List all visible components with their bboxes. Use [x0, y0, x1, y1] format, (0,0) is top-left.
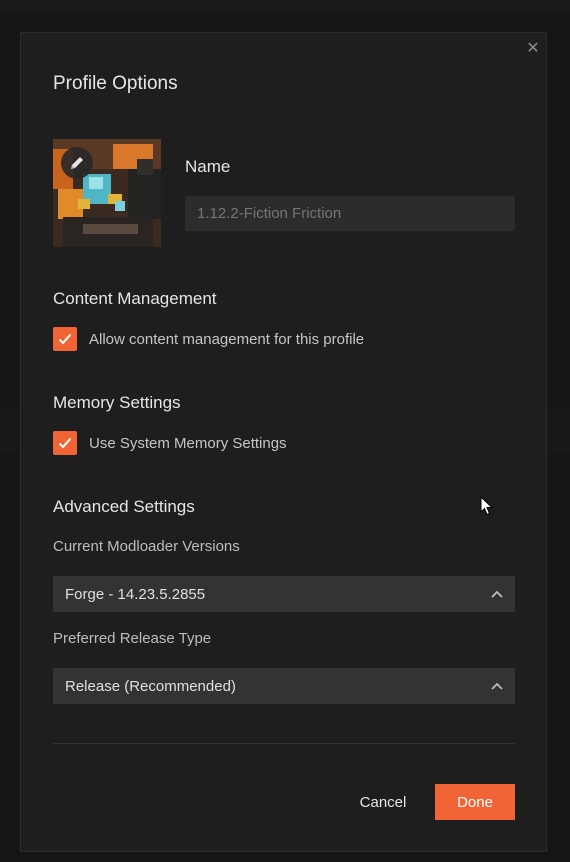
profile-name-input[interactable] — [185, 196, 515, 231]
cancel-button[interactable]: Cancel — [347, 784, 419, 820]
memory-settings-heading: Memory Settings — [53, 393, 181, 412]
profile-avatar[interactable] — [53, 139, 161, 247]
mouse-cursor-icon — [480, 495, 494, 521]
name-label: Name — [185, 157, 231, 176]
content-management-checkbox-row[interactable]: Allow content management for this profil… — [53, 327, 364, 351]
memory-settings-checkbox[interactable] — [53, 431, 77, 455]
edit-pencil-icon[interactable] — [61, 147, 93, 179]
backdrop-band — [0, 0, 570, 12]
memory-settings-checkbox-row[interactable]: Use System Memory Settings — [53, 431, 287, 455]
dialog-title: Profile Options — [53, 73, 178, 94]
close-icon[interactable]: ✕ — [525, 41, 541, 57]
checkmark-icon — [58, 437, 72, 449]
advanced-settings-heading: Advanced Settings — [53, 497, 195, 516]
modloader-label: Current Modloader Versions — [53, 538, 240, 555]
content-management-label: Allow content management for this profil… — [89, 330, 365, 348]
release-type-label: Preferred Release Type — [53, 630, 212, 647]
release-type-value: Release (Recommended) — [65, 677, 236, 695]
chevron-up-icon — [491, 682, 503, 690]
release-type-select[interactable]: Release (Recommended) — [53, 668, 515, 704]
content-management-checkbox[interactable] — [53, 327, 77, 351]
modloader-value: Forge - 14.23.5.2855 — [65, 585, 206, 603]
checkmark-icon — [58, 333, 72, 345]
chevron-up-icon — [491, 590, 503, 598]
modloader-select[interactable]: Forge - 14.23.5.2855 — [53, 576, 515, 612]
done-button[interactable]: Done — [435, 784, 515, 820]
content-management-heading: Content Management — [53, 289, 217, 308]
profile-options-dialog: ✕ Profile Options Name Content — [20, 32, 547, 852]
memory-settings-label: Use System Memory Settings — [89, 434, 287, 452]
footer-divider — [53, 743, 515, 744]
